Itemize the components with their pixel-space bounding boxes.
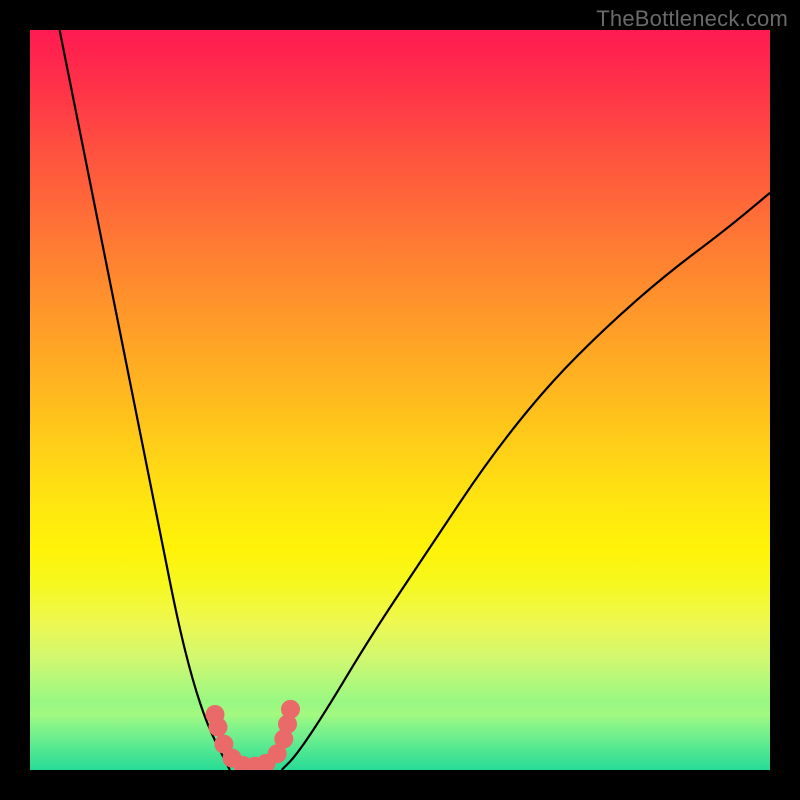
trough-marker-dot (281, 700, 300, 719)
right-curve-line (282, 193, 770, 770)
trough-markers (206, 700, 300, 770)
left-curve-line (60, 30, 230, 770)
trough-marker-dot (208, 718, 227, 737)
attribution-text: TheBottleneck.com (596, 6, 788, 32)
plot-svg (30, 30, 770, 770)
plot-frame (30, 30, 770, 770)
